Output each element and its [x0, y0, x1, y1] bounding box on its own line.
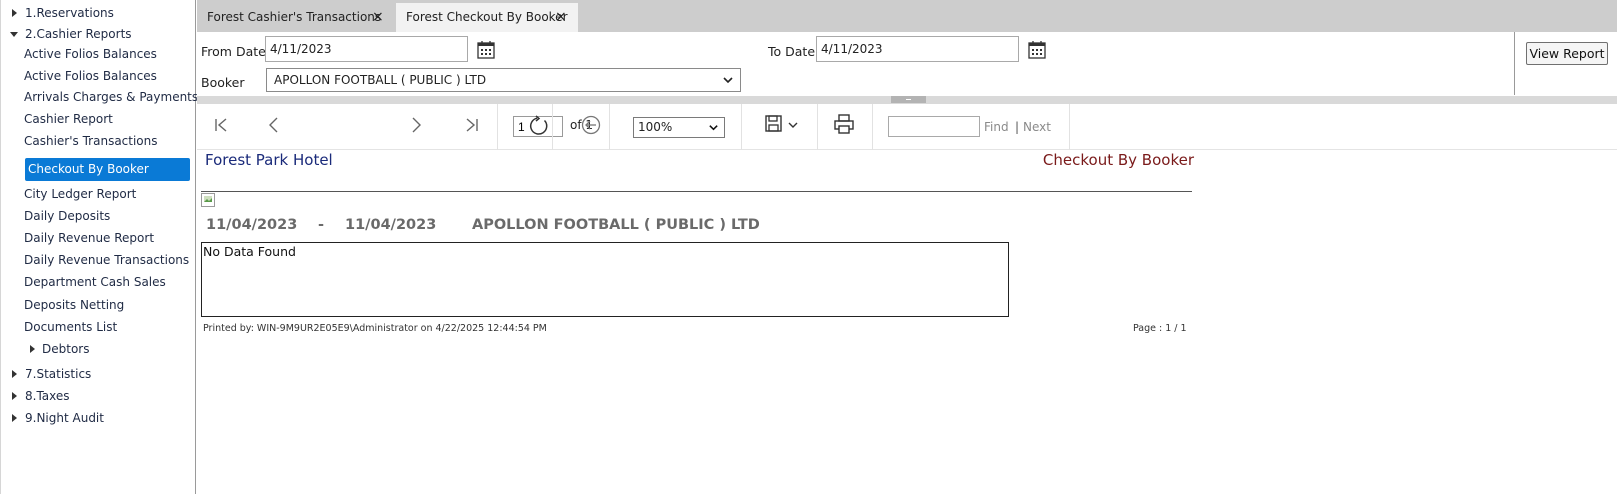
toolbar-separator — [497, 104, 498, 150]
expand-arrow-icon[interactable] — [10, 408, 20, 428]
close-icon[interactable]: × — [555, 3, 567, 32]
tree-group-label: 8.Taxes — [25, 389, 70, 403]
tree-item-daily-deposits[interactable]: Daily Deposits — [24, 206, 110, 226]
toolbar-separator — [741, 104, 742, 150]
tree-group-label: 7.Statistics — [25, 367, 92, 381]
broken-image-icon — [201, 193, 215, 207]
find-next-link[interactable]: Next — [1023, 120, 1051, 134]
tree-group-label: Debtors — [42, 342, 90, 356]
from-date-label: From Date — [201, 44, 266, 59]
chevron-down-icon — [709, 125, 718, 131]
tab-label: Forest Cashier's Transactions — [207, 10, 382, 24]
expand-arrow-icon[interactable] — [10, 386, 20, 406]
no-data-message: No Data Found — [203, 244, 296, 259]
collapse-arrow-icon[interactable] — [10, 24, 20, 44]
report-content: Forest Park Hotel Checkout By Booker 11/… — [197, 150, 1617, 494]
refresh-icon[interactable] — [528, 115, 550, 137]
tree-item-daily-revenue-report[interactable]: Daily Revenue Report — [24, 228, 154, 248]
collapse-parameters-handle[interactable] — [891, 96, 926, 103]
tab-forest-checkout-by-booker[interactable]: Forest Checkout By Booker × — [396, 3, 578, 32]
tree-group-label: 9.Night Audit — [25, 411, 104, 425]
booker-selected-value: APOLLON FOOTBALL ( PUBLIC ) LTD — [274, 73, 487, 87]
toolbar-separator — [1069, 104, 1070, 150]
zoom-value: 100% — [638, 120, 673, 134]
parameter-divider — [1514, 32, 1515, 95]
to-date-label: To Date — [768, 44, 816, 59]
find-next-separator: | — [1015, 120, 1020, 134]
zoom-select[interactable]: 100% — [633, 117, 725, 138]
first-page-icon[interactable] — [213, 116, 231, 134]
tree-item-city-ledger-report[interactable]: City Ledger Report — [24, 184, 136, 204]
report-parameters: From Date To Date Booker APOLLON FOOTBAL… — [197, 32, 1617, 96]
tree-group-statistics[interactable]: 7.Statistics — [1, 364, 191, 384]
tree-item-documents-list[interactable]: Documents List — [24, 317, 117, 337]
booker-label: Booker — [201, 75, 245, 90]
tree-group-taxes[interactable]: 8.Taxes — [1, 386, 191, 406]
find-link[interactable]: Find — [984, 120, 1009, 134]
tree-item-daily-revenue-transactions[interactable]: Daily Revenue Transactions — [24, 250, 189, 270]
close-icon[interactable]: × — [372, 3, 384, 32]
tab-bar: Forest Cashier's Transactions × Forest C… — [197, 0, 1617, 32]
report-booker: APOLLON FOOTBALL ( PUBLIC ) LTD — [472, 217, 760, 233]
toolbar-separator — [872, 104, 873, 150]
previous-page-icon[interactable] — [265, 116, 283, 134]
view-report-button[interactable]: View Report — [1526, 42, 1608, 65]
tree-item-checkout-by-booker[interactable]: Checkout By Booker — [25, 158, 190, 181]
report-table: No Data Found — [201, 242, 1009, 317]
report-to-date: 11/04/2023 — [345, 217, 437, 233]
tree-group-debtors[interactable]: Debtors — [1, 339, 191, 359]
tree-group-label: 1.Reservations — [25, 6, 114, 20]
tree-group-label: 2.Cashier Reports — [25, 27, 132, 41]
tree-item-department-cash-sales[interactable]: Department Cash Sales — [24, 272, 166, 292]
to-date-input[interactable] — [816, 36, 1019, 62]
header-rule — [201, 191, 1192, 192]
last-page-icon[interactable] — [462, 116, 480, 134]
expand-arrow-icon[interactable] — [10, 3, 20, 23]
report-tree-sidebar: 1.Reservations 2.Cashier Reports Active … — [0, 0, 198, 494]
save-icon[interactable] — [764, 114, 784, 134]
tree-group-night-audit[interactable]: 9.Night Audit — [1, 408, 191, 428]
tree-item-cashier-report[interactable]: Cashier Report — [24, 109, 113, 129]
find-input[interactable] — [888, 116, 980, 137]
toolbar-separator — [552, 104, 553, 150]
toolbar-separator — [609, 104, 610, 150]
hotel-name: Forest Park Hotel — [205, 151, 333, 169]
page-info-footer: Page : 1 / 1 — [1133, 323, 1187, 334]
tree-item-active-folios-balances-2[interactable]: Active Folios Balances — [24, 66, 157, 86]
tree-group-reservations[interactable]: 1.Reservations — [1, 3, 191, 23]
date-range-dash: - — [318, 217, 325, 233]
tab-label: Forest Checkout By Booker — [406, 10, 568, 24]
tree-item-deposits-netting[interactable]: Deposits Netting — [24, 295, 124, 315]
tab-forest-cashiers-transactions[interactable]: Forest Cashier's Transactions × — [197, 3, 396, 32]
report-title: Checkout By Booker — [1042, 151, 1194, 169]
print-icon[interactable] — [833, 113, 855, 135]
toolbar-separator — [817, 104, 818, 150]
calendar-icon[interactable] — [1027, 40, 1047, 60]
next-page-icon[interactable] — [407, 116, 425, 134]
tree-item-cashiers-transactions[interactable]: Cashier's Transactions — [24, 131, 158, 151]
back-to-parent-icon[interactable] — [581, 115, 601, 135]
from-date-input[interactable] — [265, 36, 468, 62]
tree-item-active-folios-balances[interactable]: Active Folios Balances — [24, 44, 157, 64]
tree-item-arrivals-charges-payments[interactable]: Arrivals Charges & Payments — [24, 87, 198, 107]
printed-by-footer: Printed by: WIN-9M9UR2E05E9\Administrato… — [203, 323, 547, 334]
expand-arrow-icon[interactable] — [10, 364, 20, 384]
expand-arrow-icon[interactable] — [28, 339, 38, 359]
tree-group-cashier-reports[interactable]: 2.Cashier Reports — [1, 24, 191, 44]
booker-select[interactable]: APOLLON FOOTBALL ( PUBLIC ) LTD — [266, 68, 741, 92]
chevron-down-icon — [723, 77, 733, 84]
chevron-down-icon[interactable] — [787, 121, 799, 131]
calendar-icon[interactable] — [476, 40, 496, 60]
report-viewer-toolbar: of 1 100% Find | Next — [197, 104, 1617, 150]
report-from-date: 11/04/2023 — [206, 217, 298, 233]
